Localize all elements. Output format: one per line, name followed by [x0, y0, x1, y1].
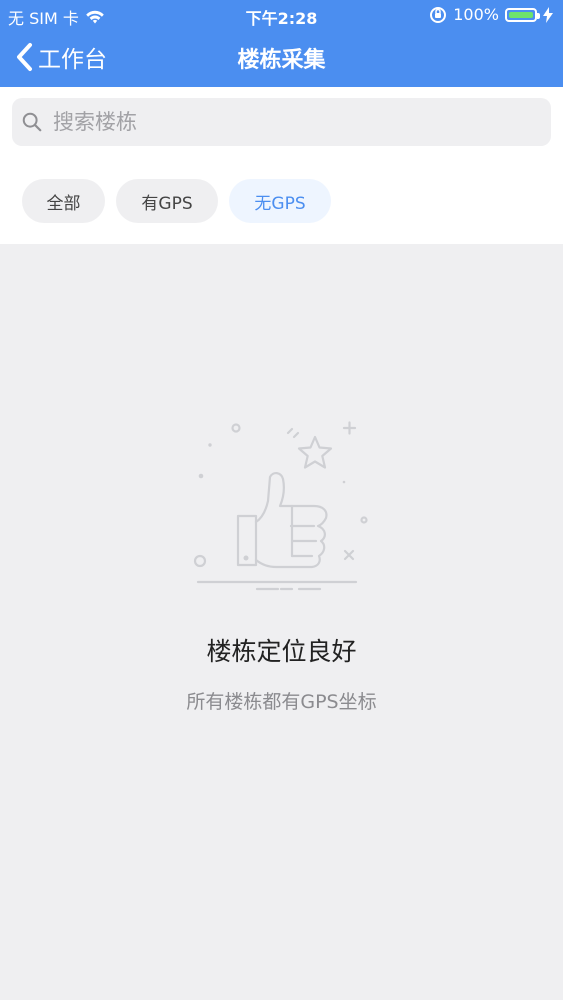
battery-text: 100% — [453, 5, 499, 24]
filter-chip-no-gps[interactable]: 无GPS — [229, 179, 331, 223]
orientation-lock-icon — [430, 6, 447, 23]
empty-state-title: 楼栋定位良好 — [206, 637, 357, 666]
filter-chip-all[interactable]: 全部 — [22, 179, 105, 223]
search-icon — [22, 112, 42, 132]
top-bar: 无 SIM 卡 下午2:28 100% 工作台 楼栋采集 — [0, 0, 563, 87]
status-right: 100% — [429, 5, 553, 24]
navigation-bar: 工作台 楼栋采集 — [0, 30, 563, 87]
thumbs-up-icon — [193, 421, 368, 591]
search-filter-panel: 全部 有GPS 无GPS — [0, 87, 563, 244]
page-title: 楼栋采集 — [237, 48, 326, 73]
search-input[interactable] — [51, 109, 535, 135]
search-box[interactable] — [12, 98, 551, 146]
battery-icon — [505, 7, 540, 22]
filter-tabs: 全部 有GPS 无GPS — [22, 179, 331, 223]
filter-chip-has-gps[interactable]: 有GPS — [116, 179, 218, 223]
charging-icon — [543, 6, 553, 23]
empty-state-subtitle: 所有楼栋都有GPS坐标 — [186, 691, 377, 713]
status-bar: 无 SIM 卡 下午2:28 100% — [0, 0, 563, 30]
